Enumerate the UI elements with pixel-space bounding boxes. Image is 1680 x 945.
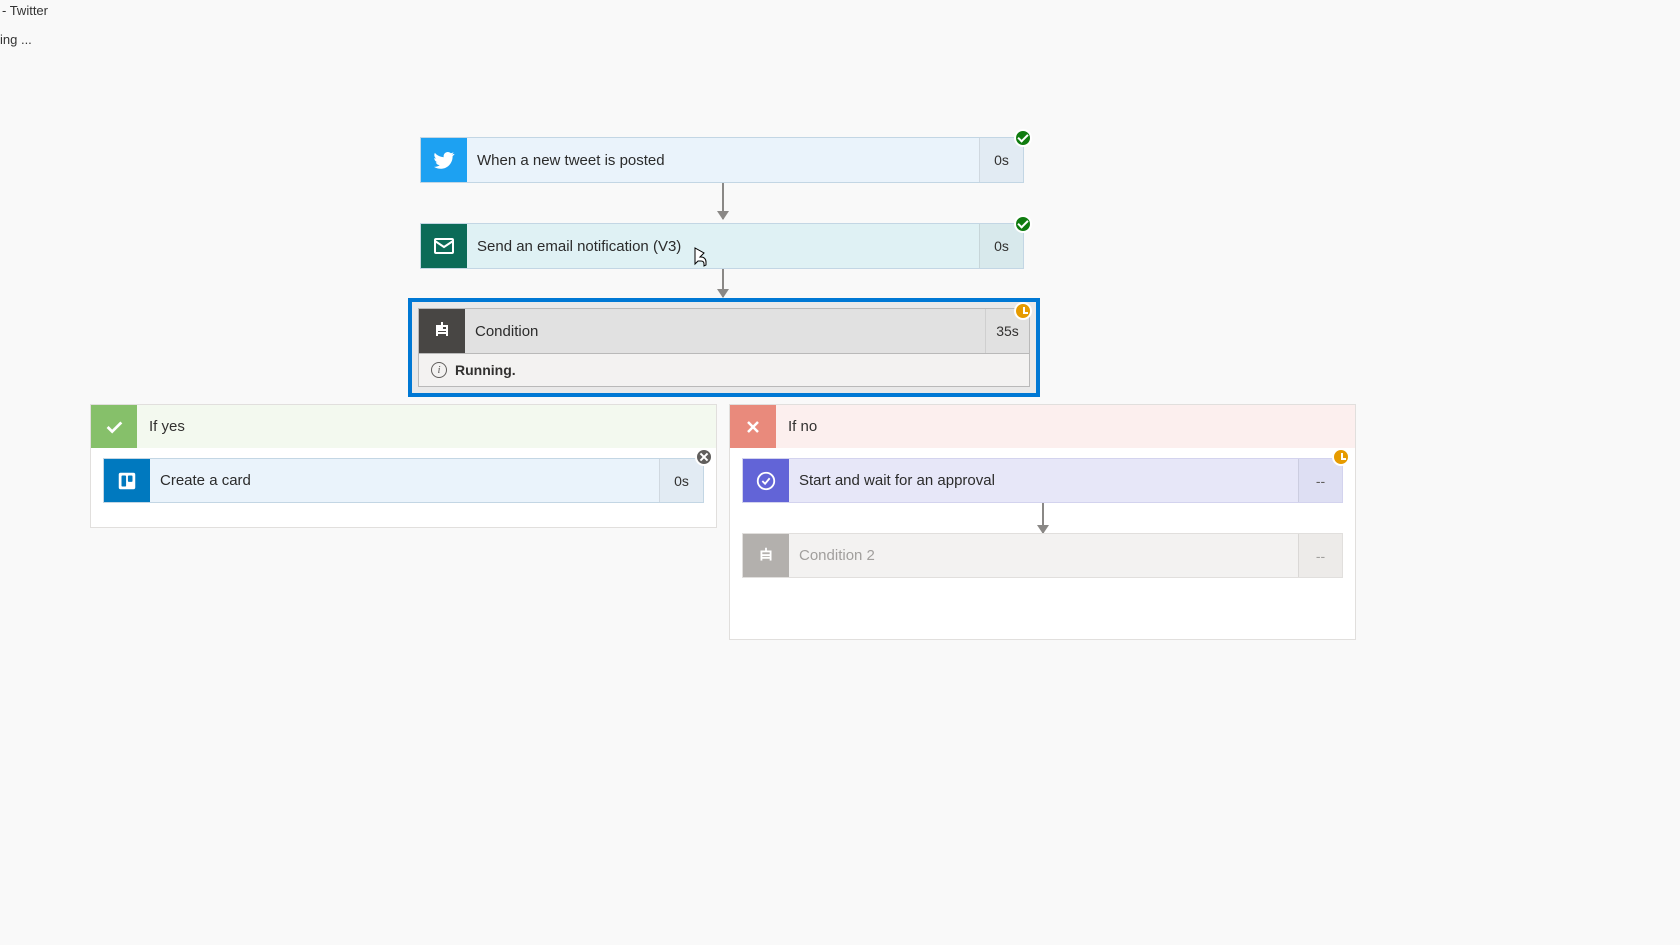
flow-step-condition-status: i Running.	[418, 354, 1030, 387]
flow-step-trigger-label: When a new tweet is posted	[467, 138, 979, 182]
flow-step-condition2-label: Condition 2	[789, 534, 1298, 577]
flow-step-create-card-duration: 0s	[659, 459, 703, 502]
flow-step-condition-status-text: Running.	[455, 362, 516, 378]
branch-if-no-title: If no	[776, 405, 1355, 448]
flow-step-email[interactable]: Send an email notification (V3) 0s	[420, 223, 1024, 269]
flow-step-condition2[interactable]: Condition 2 --	[742, 533, 1343, 578]
flow-arrow-icon	[722, 269, 724, 297]
flow-step-approval-duration: --	[1298, 459, 1342, 502]
check-icon	[91, 405, 137, 448]
flow-step-trigger[interactable]: When a new tweet is posted 0s	[420, 137, 1024, 183]
flow-step-approval[interactable]: Start and wait for an approval --	[742, 458, 1343, 503]
condition-icon	[743, 534, 789, 577]
flow-step-create-card[interactable]: Create a card 0s	[103, 458, 704, 503]
branch-if-yes-title: If yes	[137, 405, 716, 448]
approval-icon	[743, 459, 789, 502]
mail-icon	[421, 224, 467, 268]
trello-icon	[104, 459, 150, 502]
flow-canvas: When a new tweet is posted 0s Send an em…	[0, 47, 1680, 927]
check-icon	[1014, 215, 1032, 233]
close-icon	[730, 405, 776, 448]
clock-icon	[1332, 448, 1350, 466]
twitter-icon	[421, 138, 467, 182]
branch-if-no[interactable]: If no Start and wait for an approval -- …	[729, 404, 1356, 640]
flow-step-approval-label: Start and wait for an approval	[789, 459, 1298, 502]
flow-step-condition[interactable]: Condition 35s i Running.	[408, 298, 1040, 397]
flow-arrow-icon	[722, 183, 724, 219]
browser-status-text: ing ...	[0, 18, 1680, 47]
check-icon	[1014, 129, 1032, 147]
flow-step-condition2-duration: --	[1298, 534, 1342, 577]
flow-step-create-card-label: Create a card	[150, 459, 659, 502]
clock-icon	[1014, 302, 1032, 320]
branch-if-yes[interactable]: If yes Create a card 0s	[90, 404, 717, 528]
flow-step-condition-label: Condition	[465, 309, 985, 353]
cancel-icon	[695, 448, 713, 466]
flow-step-email-label: Send an email notification (V3)	[467, 224, 979, 268]
flow-arrow-icon	[1042, 503, 1044, 533]
info-icon: i	[431, 362, 447, 378]
browser-tab-title: - Twitter	[0, 0, 1680, 18]
condition-icon	[419, 309, 465, 353]
